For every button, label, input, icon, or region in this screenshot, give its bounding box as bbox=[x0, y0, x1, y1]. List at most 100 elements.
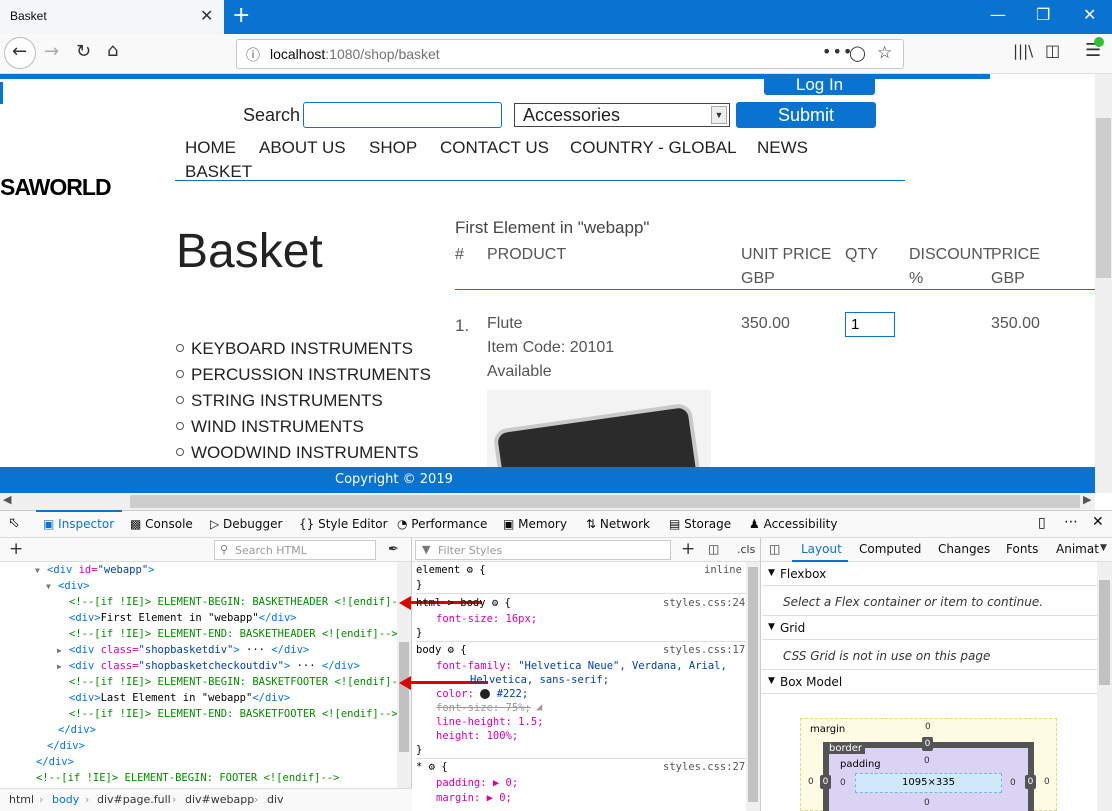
pane-divider[interactable] bbox=[760, 538, 761, 811]
markup-node[interactable]: ▶ <div class="shopbasketcheckoutdiv"> ···… bbox=[57, 660, 360, 672]
markup-node[interactable]: <!--[if !IE]> ELEMENT-END: BASKETHEADER … bbox=[69, 628, 397, 640]
css-declaration[interactable]: color: #222; bbox=[436, 688, 528, 700]
nav-basket[interactable]: BASKET bbox=[185, 162, 252, 182]
markup-node[interactable]: </div> bbox=[58, 724, 96, 736]
tab-accessibility[interactable]: ♟ Accessibility bbox=[749, 517, 837, 531]
eyedropper-icon[interactable]: ✒ bbox=[388, 542, 399, 557]
chevron-down-icon[interactable]: ▼ bbox=[1100, 543, 1107, 553]
tab-network[interactable]: ⇅ Network bbox=[586, 517, 650, 531]
print-simulation-icon[interactable]: ◫ bbox=[708, 542, 719, 556]
scrollbar-thumb[interactable] bbox=[1096, 118, 1111, 278]
collapsed-arrow-icon[interactable]: ▶ bbox=[57, 662, 62, 671]
css-declaration[interactable]: height: 100%; bbox=[436, 730, 518, 742]
scrollbar-thumb[interactable] bbox=[399, 642, 409, 752]
forward-icon[interactable]: → bbox=[44, 41, 59, 62]
scrollbar-thumb[interactable] bbox=[1099, 580, 1110, 685]
product-image[interactable] bbox=[487, 390, 711, 467]
breadcrumb-item[interactable]: html bbox=[9, 793, 34, 806]
filter-styles-input[interactable]: ▼ Filter Styles bbox=[415, 540, 671, 560]
markup-node[interactable]: <!--[if !IE]> ELEMENT-BEGIN: BASKETFOOTE… bbox=[69, 676, 397, 688]
scroll-left-icon[interactable]: ◀ bbox=[3, 493, 11, 506]
category-item[interactable]: STRING INSTRUMENTS bbox=[176, 390, 431, 416]
search-input[interactable] bbox=[303, 102, 502, 128]
responsive-mode-icon[interactable]: ▯ bbox=[1038, 515, 1046, 531]
close-devtools-icon[interactable]: ✕ bbox=[1092, 514, 1104, 530]
close-tab-icon[interactable]: ✕ bbox=[200, 6, 213, 25]
markup-node[interactable]: <!--[if !IE]> ELEMENT-BEGIN: BASKETHEADE… bbox=[69, 596, 397, 608]
margin-left-value[interactable]: 0 bbox=[808, 777, 814, 787]
breadcrumb-item[interactable]: body bbox=[52, 793, 79, 806]
rules-scrollbar[interactable] bbox=[746, 562, 760, 811]
breadcrumb-item[interactable]: div#page.full bbox=[97, 793, 171, 806]
pane-divider[interactable] bbox=[411, 538, 412, 811]
tab-console[interactable]: ▩ Console bbox=[130, 517, 193, 531]
minimize-icon[interactable]: — bbox=[990, 5, 1006, 24]
category-item[interactable]: KEYBOARD INSTRUMENTS bbox=[176, 338, 431, 364]
scroll-right-icon[interactable]: ▶ bbox=[1083, 493, 1091, 506]
nav-home[interactable]: HOME bbox=[185, 138, 236, 158]
boxmodel-section-header[interactable]: ▼ Box Model bbox=[762, 670, 1097, 694]
markup-node[interactable]: </div> bbox=[36, 756, 74, 768]
markup-node[interactable]: <!--[if !IE]> ELEMENT-BEGIN: FOOTER <![e… bbox=[36, 772, 339, 784]
markup-node[interactable]: ▼ <div id="webapp"> bbox=[35, 564, 154, 576]
url-bar[interactable]: ⓘ localhost:1080/shop/basket ••• ◯ ☆ bbox=[236, 39, 904, 69]
expanded-arrow-icon[interactable]: ▼ bbox=[35, 566, 40, 575]
margin-right-value[interactable]: 0 bbox=[1044, 777, 1050, 787]
close-window-icon[interactable]: ✕ bbox=[1083, 5, 1096, 24]
tab-debugger[interactable]: ▷ Debugger bbox=[210, 517, 282, 531]
breadcrumb-item[interactable]: div#webapp bbox=[185, 793, 254, 806]
restore-icon[interactable]: ❐ bbox=[1036, 5, 1050, 24]
scrollbar-thumb[interactable] bbox=[748, 567, 758, 802]
expanded-arrow-icon[interactable]: ▼ bbox=[46, 582, 51, 591]
nav-about-us[interactable]: ABOUT US bbox=[259, 138, 346, 158]
padding-left-value[interactable]: 0 bbox=[840, 778, 846, 788]
tab-fonts[interactable]: Fonts bbox=[1006, 542, 1038, 556]
add-rule-icon[interactable]: + bbox=[681, 539, 695, 559]
markup-node[interactable]: ▶ <div class="shopbasketdiv"> ··· </div> bbox=[57, 644, 309, 656]
category-select[interactable]: Accessories ▼ bbox=[514, 103, 730, 127]
collapsed-arrow-icon[interactable]: ▶ bbox=[57, 646, 62, 655]
tab-style-editor[interactable]: {} Style Editor bbox=[299, 517, 388, 531]
css-declaration[interactable]: margin: ▶ 0; bbox=[436, 792, 512, 804]
site-info-icon[interactable]: ⓘ bbox=[246, 45, 260, 65]
tab-performance[interactable]: ◔ Performance bbox=[397, 517, 487, 531]
category-item[interactable]: PERCUSSION INSTRUMENTS bbox=[176, 364, 431, 390]
reload-icon[interactable]: ↻ bbox=[76, 41, 91, 62]
back-button[interactable]: ← bbox=[4, 37, 36, 69]
home-icon[interactable]: ⌂ bbox=[107, 40, 118, 61]
markup-node[interactable]: <div>First Element in "webapp"</div> bbox=[69, 612, 297, 624]
tab-computed[interactable]: Computed bbox=[859, 542, 921, 556]
library-icon[interactable]: |||\ bbox=[1013, 42, 1033, 60]
page-horizontal-scrollbar[interactable]: ◀ ▶ bbox=[0, 493, 1095, 510]
pick-element-icon[interactable]: ⬁ bbox=[8, 515, 20, 531]
toggle-sidebar-icon[interactable]: ◫ bbox=[769, 542, 780, 556]
css-declaration-overridden[interactable]: font-size: 75%; bbox=[436, 702, 531, 714]
new-tab-button[interactable]: + bbox=[232, 3, 250, 28]
scrollbar-thumb[interactable] bbox=[130, 495, 1080, 508]
qty-input[interactable]: 1 bbox=[845, 312, 895, 337]
login-button[interactable]: Log In bbox=[764, 74, 875, 95]
box-model-content[interactable]: 1095×335 bbox=[855, 773, 1002, 793]
tab-storage[interactable]: ▤ Storage bbox=[669, 517, 731, 531]
category-item[interactable]: WOODWIND INSTRUMENTS bbox=[176, 442, 431, 467]
tab-changes[interactable]: Changes bbox=[938, 542, 990, 556]
search-html-input[interactable]: ⚲ Search HTML bbox=[214, 540, 376, 560]
nav-contact-us[interactable]: CONTACT US bbox=[440, 138, 549, 158]
layout-scrollbar[interactable] bbox=[1097, 562, 1112, 811]
border-left-value[interactable]: 0 bbox=[820, 775, 831, 789]
cls-toggle[interactable]: .cls bbox=[737, 543, 755, 556]
nav-news[interactable]: NEWS bbox=[757, 138, 808, 158]
product-name-link[interactable]: Flute bbox=[487, 312, 523, 336]
border-right-value[interactable]: 0 bbox=[1025, 775, 1036, 789]
add-node-icon[interactable]: + bbox=[9, 539, 23, 559]
css-declaration[interactable]: line-height: 1.5; bbox=[436, 716, 543, 728]
markup-node[interactable]: <!--[if !IE]> ELEMENT-END: BASKETFOOTER … bbox=[69, 708, 397, 720]
border-top-value[interactable]: 0 bbox=[922, 737, 933, 751]
margin-top-value[interactable]: 0 bbox=[925, 722, 931, 732]
css-declaration[interactable]: font-family: "Helvetica Neue", Verdana, … bbox=[436, 660, 727, 672]
markup-node[interactable]: <div>Last Element in "webapp"</div> bbox=[69, 692, 290, 704]
css-declaration[interactable]: padding: ▶ 0; bbox=[436, 777, 518, 789]
padding-bottom-value[interactable]: 0 bbox=[924, 798, 930, 808]
rule-source[interactable]: styles.css:24 bbox=[663, 597, 745, 609]
flexbox-section-header[interactable]: ▼ Flexbox bbox=[762, 562, 1097, 586]
